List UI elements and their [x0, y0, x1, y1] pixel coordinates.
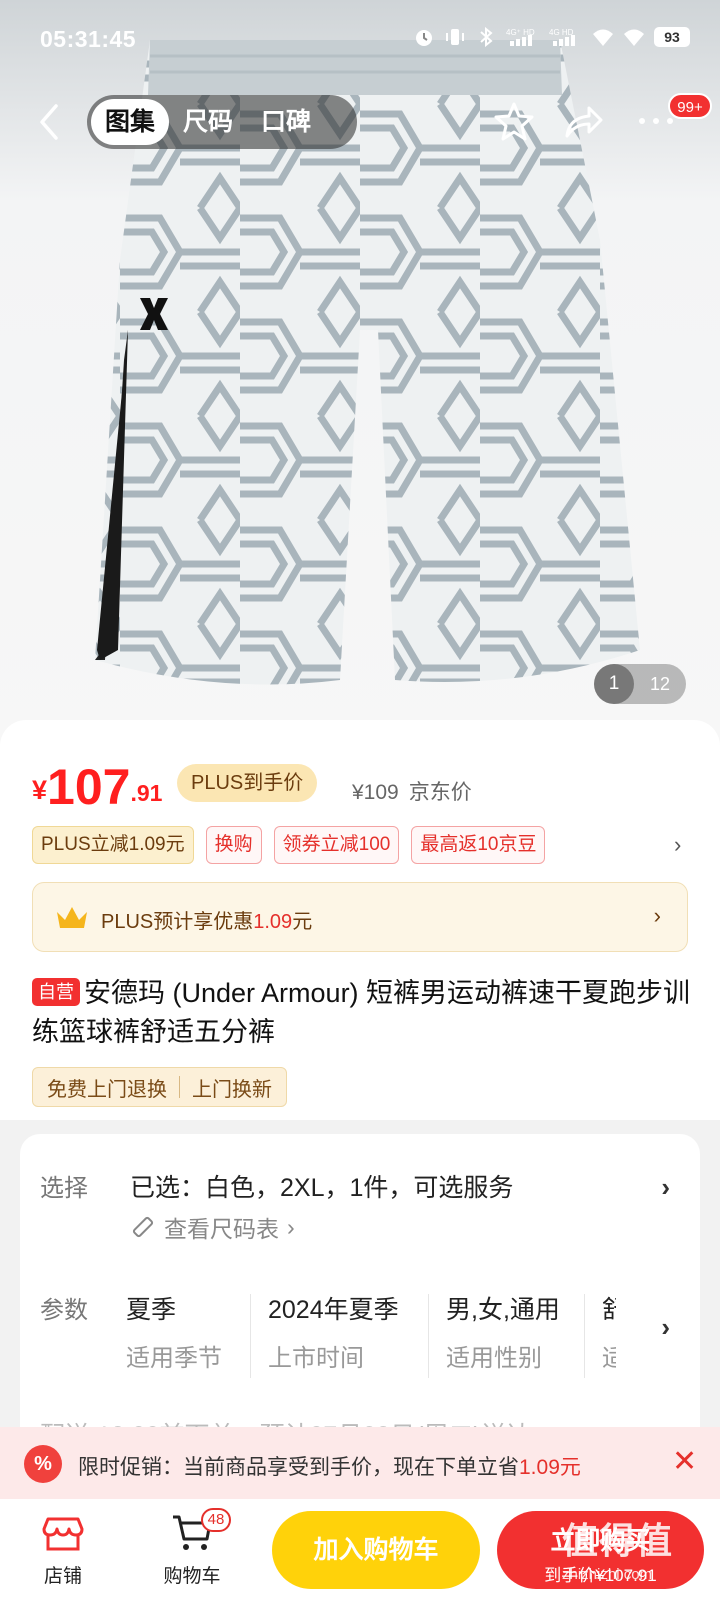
status-time: 05:31:45 — [40, 26, 137, 52]
signal-4g-hd-icon: 4G HD — [549, 28, 575, 46]
promo-banner[interactable]: % 限时促销：当前商品享受到手价，现在下单立省1.09元 ✕ — [0, 1427, 720, 1499]
tab-reviews[interactable]: 口碑 — [247, 99, 325, 145]
size-chart-link[interactable]: 查看尺码表 › — [130, 1210, 295, 1244]
store-icon — [42, 1517, 84, 1551]
svg-text:4G HD: 4G HD — [549, 28, 574, 37]
pager-total: 12 — [649, 673, 671, 694]
param-season: 夏季 适用季节 — [126, 1296, 222, 1372]
chevron-right-icon[interactable]: › — [661, 1172, 670, 1203]
favorite-star-icon[interactable] — [492, 100, 536, 144]
promotion-tags[interactable]: PLUS立减1.09元 换购 领券立减100 最高返10京豆 — [32, 826, 546, 864]
wifi-icon — [624, 29, 644, 46]
battery-indicator: 93 — [654, 27, 690, 47]
tag-coupon[interactable]: 领券立减100 — [273, 826, 400, 864]
product-title: 自营 安德玛 (Under Armour) 短裤男运动裤速干夏跑步训练篮球裤舒适五… — [32, 978, 691, 1047]
close-icon[interactable]: ✕ — [672, 1444, 697, 1479]
alarm-icon — [416, 30, 432, 46]
share-icon[interactable] — [563, 102, 603, 142]
back-icon[interactable] — [32, 100, 68, 144]
bluetooth-icon — [480, 27, 493, 47]
chevron-right-icon[interactable]: › — [674, 832, 681, 858]
signal-4g-hd-icon: 4G⁺ HD — [506, 28, 535, 46]
spec-card: 选择 已选：白色，2XL，1件，可选服务 查看尺码表 › › 参数 夏季 适用季节… — [20, 1134, 700, 1464]
tag-trade-in[interactable]: 换购 — [205, 826, 262, 864]
vibrate-icon — [446, 29, 464, 45]
gallery-pager: 1 12 — [594, 664, 686, 704]
gallery-tab-switch: 图集 尺码 口碑 — [87, 95, 357, 149]
tab-gallery[interactable]: 图集 — [91, 99, 170, 145]
selected-options[interactable]: 已选：白色，2XL，1件，可选服务 — [130, 1168, 513, 1204]
tab-size[interactable]: 尺码 — [169, 99, 247, 145]
wifi-icon — [593, 29, 613, 46]
param-label: 参数 — [40, 1297, 88, 1324]
param-more: 舒 适 — [602, 1296, 616, 1372]
site-watermark: 值得值 zhizhizhi.com — [562, 1520, 674, 1583]
cart-count-badge: 48 — [201, 1508, 231, 1532]
tag-plus-discount[interactable]: PLUS立减1.09元 — [32, 826, 194, 864]
param-gender: 男,女,通用 适用性别 — [446, 1296, 560, 1372]
self-operated-badge: 自营 — [32, 978, 80, 1006]
plus-benefit-banner[interactable]: PLUS预计享优惠1.09元 › — [32, 882, 688, 952]
select-label: 选择 — [40, 1175, 88, 1202]
product-gallery[interactable]: 05:31:45 4G⁺ HD 4G HD 93 图集 尺码 口碑 99+ 1 … — [0, 0, 720, 745]
status-bar: 05:31:45 4G⁺ HD 4G HD 93 — [0, 0, 720, 80]
plus-price: ¥ 107 .91 — [32, 759, 163, 815]
ruler-icon — [132, 1216, 154, 1238]
service-onsite-exchange: 上门换新 — [192, 1078, 272, 1101]
service-free-return: 免费上门退换 — [47, 1078, 167, 1101]
param-launch: 2024年夏季 上市时间 — [268, 1296, 399, 1372]
add-to-cart-button[interactable]: 加入购物车 — [272, 1511, 480, 1589]
store-button[interactable]: 店铺 — [18, 1511, 108, 1588]
crown-icon — [57, 907, 87, 928]
tag-jd-beans[interactable]: 最高返10京豆 — [411, 826, 546, 864]
message-count-badge: 99+ — [668, 93, 712, 119]
discount-percent-icon: % — [24, 1445, 62, 1483]
chevron-right-icon: › — [653, 903, 661, 928]
cart-button[interactable]: 48 购物车 — [147, 1508, 237, 1588]
pager-current: 1 — [594, 664, 634, 704]
jd-price: ¥109 京东价 — [352, 781, 472, 804]
chevron-right-icon[interactable]: › — [661, 1312, 670, 1343]
service-tags[interactable]: 免费上门退换 上门换新 — [32, 1067, 287, 1107]
plus-price-label: PLUS到手价 — [177, 764, 318, 802]
